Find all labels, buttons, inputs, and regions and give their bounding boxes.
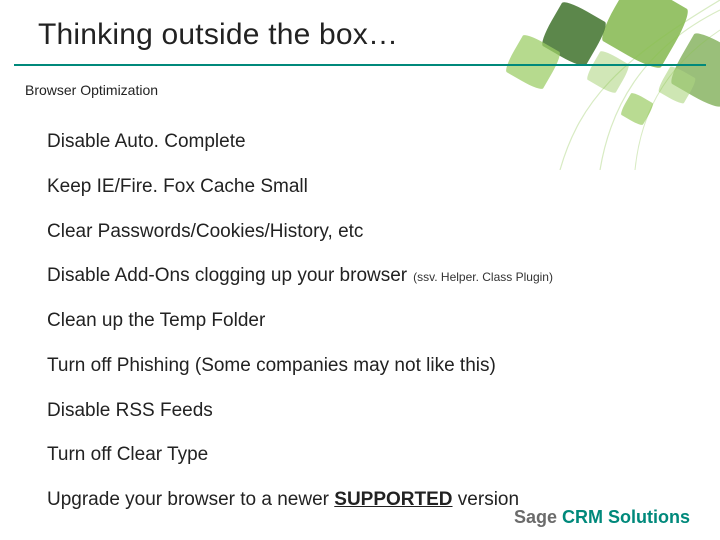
bullet-list: Disable Auto. Complete Keep IE/Fire. Fox… <box>47 130 680 533</box>
supported-word: SUPPORTED <box>334 489 452 510</box>
brand-footer: Sage CRM Solutions <box>514 507 690 528</box>
brand-crm: CRM Solutions <box>562 507 690 527</box>
title-rule <box>14 64 706 66</box>
list-item: Turn off Clear Type <box>47 443 680 467</box>
slide-title: Thinking outside the box… <box>38 18 398 52</box>
list-item: Clear Passwords/Cookies/History, etc <box>47 220 680 244</box>
list-item: Disable Add-Ons clogging up your browser… <box>47 264 680 288</box>
list-item: Keep IE/Fire. Fox Cache Small <box>47 175 680 199</box>
list-item: Disable RSS Feeds <box>47 399 680 423</box>
list-item: Clean up the Temp Folder <box>47 309 680 333</box>
list-item-note: (ssv. Helper. Class Plugin) <box>413 270 553 284</box>
slide-subtitle: Browser Optimization <box>25 82 158 98</box>
brand-sage: Sage <box>514 507 562 527</box>
list-item: Turn off Phishing (Some companies may no… <box>47 354 680 378</box>
list-item: Disable Auto. Complete <box>47 130 680 154</box>
